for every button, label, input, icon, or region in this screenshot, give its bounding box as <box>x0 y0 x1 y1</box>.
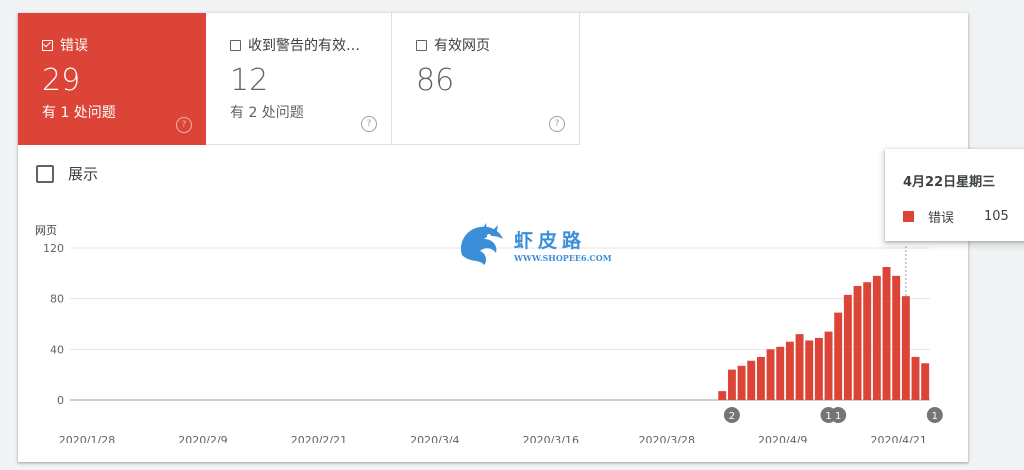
checkbox-checked-icon[interactable] <box>42 39 53 51</box>
bar <box>911 356 920 400</box>
chart-tooltip: 4月22日星期三 错误 105 <box>885 149 1024 241</box>
tile-valid-count: 86 <box>416 63 455 98</box>
bar <box>747 360 756 400</box>
bar <box>814 337 823 400</box>
tooltip-row: 错误 105 <box>903 207 1009 226</box>
bar <box>843 294 852 400</box>
bar <box>756 356 765 400</box>
bar <box>863 282 872 400</box>
bar <box>737 365 746 400</box>
bar <box>766 349 775 400</box>
tile-valid[interactable]: 有效网页 86 ? <box>392 13 580 145</box>
y-tick-label: 0 <box>57 394 64 407</box>
bar <box>824 331 833 400</box>
bar <box>776 346 785 400</box>
x-tick-label: 2020/2/21 <box>291 434 347 443</box>
tile-error-issues: 有 1 处问题 <box>42 105 116 121</box>
help-icon[interactable]: ? <box>549 116 565 132</box>
y-tick-label: 120 <box>43 242 64 255</box>
show-label: 展示 <box>68 165 99 183</box>
bar <box>718 391 727 400</box>
tooltip-series-label: 错误 <box>928 211 955 226</box>
bar <box>872 275 881 400</box>
watermark: 虾皮路 WWW.SHOPEE6.COM <box>456 221 612 267</box>
x-tick-label: 2020/4/9 <box>758 434 807 443</box>
help-icon[interactable]: ? <box>176 117 192 133</box>
x-tick-label: 2020/3/4 <box>410 434 459 443</box>
tile-warning-count: 12 <box>230 63 269 98</box>
x-tick-label: 2020/3/16 <box>523 434 579 443</box>
tile-error-count: 29 <box>42 63 81 98</box>
watermark-cn: 虾皮路 <box>514 229 587 252</box>
show-checkbox-icon[interactable] <box>36 164 54 183</box>
bar <box>921 363 930 400</box>
bar <box>785 341 794 400</box>
annotation-label: 1 <box>835 411 841 422</box>
tooltip-value: 105 <box>984 209 1009 224</box>
show-toggle[interactable]: 展示 <box>36 163 98 184</box>
bar <box>853 286 862 400</box>
x-tick-label: 2020/2/9 <box>178 434 227 443</box>
watermark-en: WWW.SHOPEE6.COM <box>514 252 612 263</box>
bar <box>805 340 814 400</box>
bar <box>882 267 891 400</box>
y-axis-label: 网页 <box>35 224 57 237</box>
tooltip-date: 4月22日星期三 <box>903 175 996 190</box>
bar <box>901 296 910 400</box>
y-tick-label: 40 <box>50 343 64 356</box>
tile-valid-label: 有效网页 <box>434 38 490 54</box>
tile-warning-header: 收到警告的有效… <box>230 35 360 55</box>
tile-warning-label: 收到警告的有效… <box>248 38 360 54</box>
bar <box>727 369 736 400</box>
tile-error[interactable]: 错误 29 有 1 处问题 ? <box>18 13 206 145</box>
tile-warning-issues: 有 2 处问题 <box>230 105 304 121</box>
bar <box>795 334 804 400</box>
tile-valid-header: 有效网页 <box>416 35 490 55</box>
index-coverage-card: 错误 29 有 1 处问题 ? 收到警告的有效… 12 有 2 处问题 ? 有效… <box>18 13 968 462</box>
x-tick-label: 2020/4/21 <box>870 434 926 443</box>
annotation-label: 2 <box>729 411 735 422</box>
tile-error-header: 错误 <box>42 35 88 55</box>
x-tick-label: 2020/3/28 <box>639 434 695 443</box>
tile-error-label: 错误 <box>60 38 88 54</box>
help-icon[interactable]: ? <box>361 116 377 132</box>
checkbox-icon[interactable] <box>416 39 427 51</box>
tile-valid-warning[interactable]: 收到警告的有效… 12 有 2 处问题 ? <box>206 13 392 145</box>
y-tick-label: 80 <box>50 293 64 306</box>
bar <box>834 312 843 400</box>
bar <box>892 275 901 400</box>
dragon-logo-icon <box>460 223 503 265</box>
tooltip-swatch <box>903 211 914 222</box>
annotation-label: 1 <box>932 411 938 422</box>
x-tick-label: 2020/1/28 <box>59 434 115 443</box>
checkbox-icon[interactable] <box>230 39 241 51</box>
